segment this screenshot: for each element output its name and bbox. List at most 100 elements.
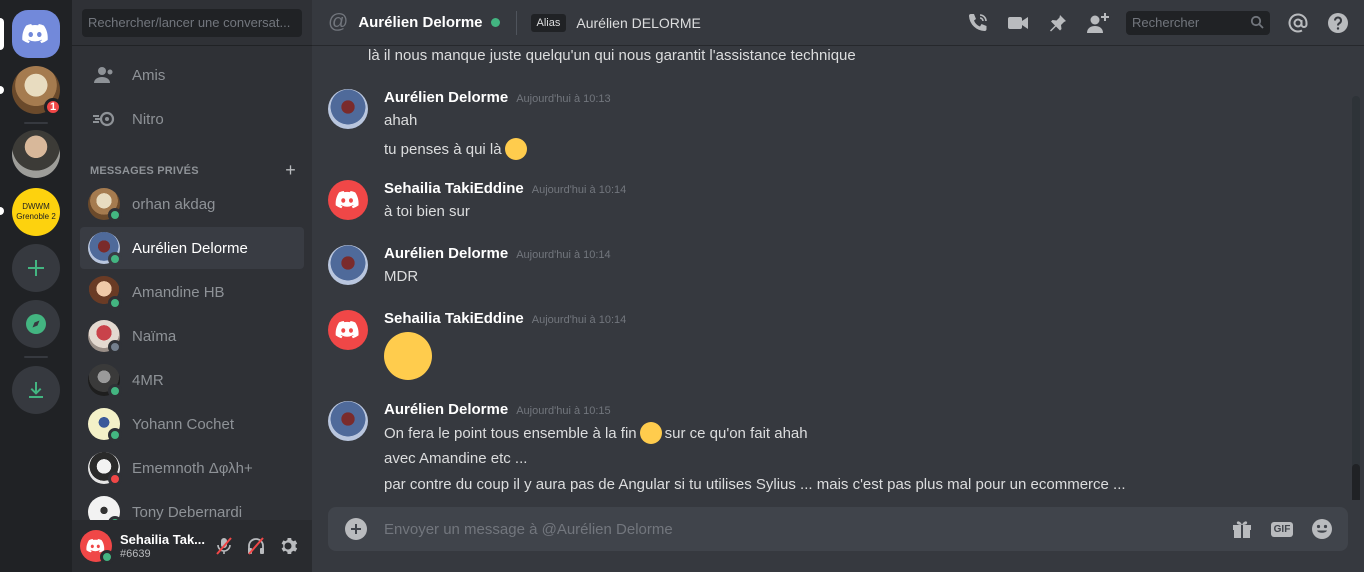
nav-nitro[interactable]: Nitro (80, 98, 304, 140)
explore-servers-button[interactable] (12, 300, 60, 348)
discord-app: 1 DWWM Grenoble 2 Rechercher/lancer une c… (0, 0, 1364, 572)
nav-friends[interactable]: Amis (80, 54, 304, 96)
message-list: là il nous manque juste quelqu'un qui no… (312, 46, 1364, 500)
status-online-icon (108, 428, 122, 442)
gif-button[interactable]: GIF (1268, 515, 1296, 543)
headphones-muted-icon (248, 537, 264, 555)
avatar (88, 320, 122, 354)
message-line: tu penses à qui là (384, 138, 530, 160)
avatar[interactable] (328, 245, 368, 285)
alias-value: Aurélien DELORME (576, 14, 701, 31)
avatar[interactable] (328, 89, 368, 129)
mention-badge: 1 (44, 98, 62, 116)
upload-button[interactable] (345, 518, 367, 540)
pinned-messages-button[interactable] (1046, 11, 1070, 35)
server-avatar-1[interactable]: 1 (12, 66, 62, 116)
message-author[interactable]: Aurélien Delorme (384, 401, 508, 418)
message-author[interactable]: Sehailia TakiEddine (384, 180, 524, 197)
download-icon (29, 382, 43, 398)
user-settings-button[interactable] (272, 530, 304, 562)
message-author[interactable]: Aurélien Delorme (384, 245, 508, 262)
create-dm-button[interactable]: + (285, 160, 296, 181)
chat-main: @ Aurélien Delorme Alias Aurélien DELORM… (312, 0, 1364, 572)
status-offline-icon (108, 340, 122, 354)
discord-logo-icon (22, 24, 48, 44)
add-server-button[interactable] (12, 244, 60, 292)
dm-name: Amandine HB (132, 283, 225, 301)
username: Sehailia Tak... (120, 532, 206, 547)
message-line: là il nous manque juste quelqu'un qui no… (368, 47, 856, 64)
chat-header: @ Aurélien Delorme Alias Aurélien DELORM… (312, 0, 1364, 46)
user-avatar[interactable] (80, 530, 114, 564)
rofl-emoji-icon (384, 332, 432, 380)
header-search-input[interactable]: Rechercher (1126, 11, 1270, 35)
message-scrollbar[interactable] (1352, 96, 1360, 500)
deafen-button[interactable] (240, 530, 272, 562)
avatar (88, 408, 122, 442)
avatar (88, 452, 122, 486)
message-text: tu penses à qui là (384, 140, 502, 158)
message-header: Sehailia TakiEddine Aujourd'hui à 10:14 (384, 310, 626, 327)
user-info[interactable]: Sehailia Tak... #6639 (120, 532, 208, 560)
mentions-button[interactable] (1286, 11, 1310, 35)
message-timestamp: Aujourd'hui à 10:13 (516, 93, 611, 105)
status-online-icon (108, 384, 122, 398)
server-label: Grenoble 2 (16, 212, 56, 221)
message-author[interactable]: Aurélien Delorme (384, 89, 508, 106)
at-mention-icon (1288, 13, 1308, 33)
avatar (88, 364, 122, 398)
rail-separator (24, 122, 48, 124)
message-line: avec Amandine etc ... (384, 450, 528, 467)
message-timestamp: Aujourd'hui à 10:15 (516, 405, 611, 417)
phone-call-icon (969, 14, 987, 31)
dm-item[interactable]: Yohann Cochet (80, 403, 304, 445)
unread-pill (0, 207, 4, 215)
avatar[interactable] (328, 180, 368, 220)
message-line: On fera le point tous ensemble à la fin … (384, 422, 808, 444)
nav-label: Nitro (132, 110, 164, 128)
video-call-button[interactable] (1006, 11, 1030, 35)
avatar (88, 188, 122, 222)
message-header: Aurélien Delorme Aujourd'hui à 10:13 (384, 89, 611, 106)
dm-item[interactable]: Ememnoth Δφλh+ (80, 447, 304, 489)
status-dnd-icon (108, 472, 122, 486)
search-placeholder: Rechercher (1132, 15, 1200, 30)
user-tag: #6639 (120, 548, 151, 560)
download-apps-button[interactable] (12, 366, 60, 414)
home-button[interactable] (12, 10, 60, 58)
message-timestamp: Aujourd'hui à 10:14 (516, 249, 611, 261)
message-line: par contre du coup il y aura pas de Angu… (384, 476, 1126, 493)
dm-item[interactable]: Amandine HB (80, 271, 304, 313)
message-input[interactable]: Envoyer un message à @Aurélien Delorme (384, 521, 1228, 538)
mute-button[interactable] (208, 530, 240, 562)
add-friend-to-dm-button[interactable] (1086, 11, 1110, 35)
dm-item-selected[interactable]: Aurélien Delorme (80, 227, 304, 269)
avatar[interactable] (328, 401, 368, 441)
dm-search-input[interactable]: Rechercher/lancer une conversat... (82, 9, 302, 37)
unread-pill (0, 86, 4, 94)
message-line (384, 332, 432, 380)
voice-call-button[interactable] (966, 11, 990, 35)
dm-item[interactable]: 4MR (80, 359, 304, 401)
server-dwwm-grenoble[interactable]: DWWM Grenoble 2 (12, 188, 60, 236)
message-line: MDR (384, 268, 419, 285)
avatar (88, 276, 122, 310)
message-header: Aurélien Delorme Aujourd'hui à 10:15 (384, 401, 611, 418)
section-title: MESSAGES PRIVÉS (90, 164, 199, 177)
gift-button[interactable] (1228, 515, 1256, 543)
server-avatar-2[interactable] (12, 130, 60, 178)
dm-name: 4MR (132, 371, 164, 389)
pin-icon (1050, 15, 1066, 32)
message-composer: Envoyer un message à @Aurélien Delorme G… (328, 507, 1348, 551)
emoji-smile-icon (1312, 519, 1332, 539)
status-online-icon (108, 208, 122, 222)
dm-item[interactable]: Naïma (80, 315, 304, 357)
plus-icon (28, 260, 44, 276)
dm-item[interactable]: orhan akdag (80, 183, 304, 225)
help-button[interactable] (1326, 11, 1350, 35)
avatar[interactable] (328, 310, 368, 350)
scrollbar-thumb[interactable] (1352, 464, 1360, 500)
message-timestamp: Aujourd'hui à 10:14 (531, 184, 627, 196)
emoji-button[interactable] (1308, 515, 1336, 543)
message-author[interactable]: Sehailia TakiEddine (384, 310, 524, 327)
